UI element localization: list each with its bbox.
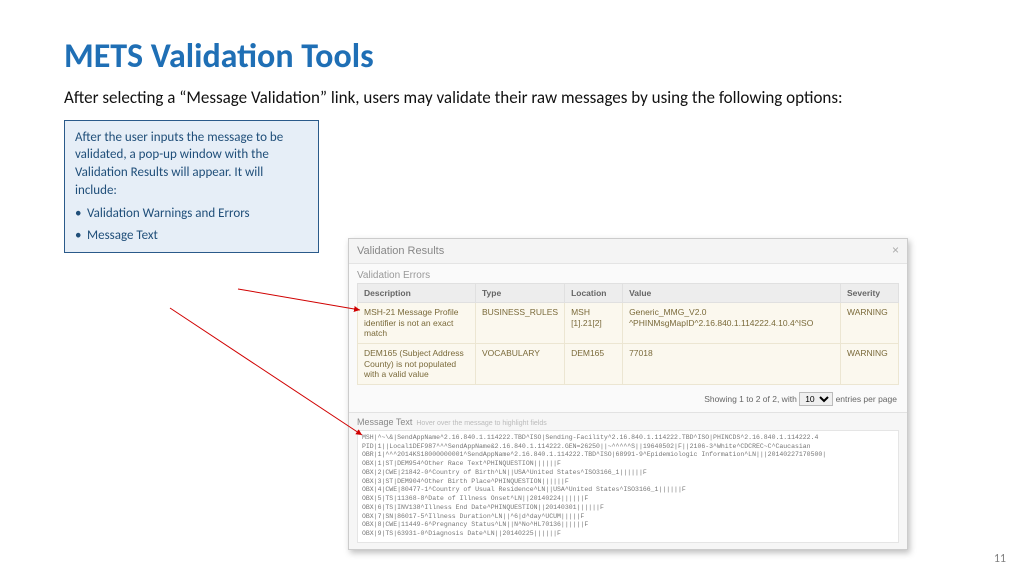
close-icon[interactable]: × — [892, 243, 899, 257]
callout-box: After the user inputs the message to be … — [64, 120, 319, 253]
validation-results-popup: Validation Results × Validation Errors D… — [348, 238, 908, 550]
cell-sev: WARNING — [841, 343, 899, 384]
callout-bullet: Message Text — [75, 225, 308, 247]
cell-type: VOCABULARY — [476, 343, 565, 384]
intro-text: After selecting a “Message Validation” l… — [64, 87, 944, 110]
cell-value: 77018 — [623, 343, 841, 384]
cell-loc: DEM165 — [565, 343, 623, 384]
validation-errors-table: Description Type Location Value Severity… — [357, 283, 899, 385]
message-text-hint: Hover over the message to highlight fiel… — [416, 420, 546, 427]
table-row: DEM165 (Subject Address County) is not p… — [358, 343, 899, 384]
cell-type: BUSINESS_RULES — [476, 303, 565, 344]
callout-lead: After the user inputs the message to be … — [75, 129, 308, 199]
pager-suffix: entries per page — [836, 394, 897, 404]
col-severity: Severity — [841, 284, 899, 303]
col-value: Value — [623, 284, 841, 303]
cell-desc: DEM165 (Subject Address County) is not p… — [358, 343, 476, 384]
callout-bullet: Validation Warnings and Errors — [75, 203, 308, 225]
cell-value: Generic_MMG_V2.0 ^PHINMsgMapID^2.16.840.… — [623, 303, 841, 344]
cell-desc: MSH-21 Message Profile identifier is not… — [358, 303, 476, 344]
col-location: Location — [565, 284, 623, 303]
validation-errors-label: Validation Errors — [349, 264, 907, 283]
message-text-label: Message TextHover over the message to hi… — [357, 417, 899, 427]
entries-per-page-select[interactable]: 10 — [799, 392, 833, 406]
cell-sev: WARNING — [841, 303, 899, 344]
message-text-body: MSH|^~\&|SendAppName^2.16.840.1.114222.T… — [357, 430, 899, 543]
page-title: METS Validation Tools — [64, 36, 960, 77]
popup-title: Validation Results — [357, 245, 444, 257]
pager: Showing 1 to 2 of 2, with 10 entries per… — [349, 389, 907, 412]
col-description: Description — [358, 284, 476, 303]
table-row: MSH-21 Message Profile identifier is not… — [358, 303, 899, 344]
pager-prefix: Showing 1 to 2 of 2, with — [704, 394, 797, 404]
col-type: Type — [476, 284, 565, 303]
popup-header: Validation Results × — [349, 239, 907, 264]
cell-loc: MSH [1].21[2] — [565, 303, 623, 344]
page-number: 11 — [994, 552, 1006, 566]
